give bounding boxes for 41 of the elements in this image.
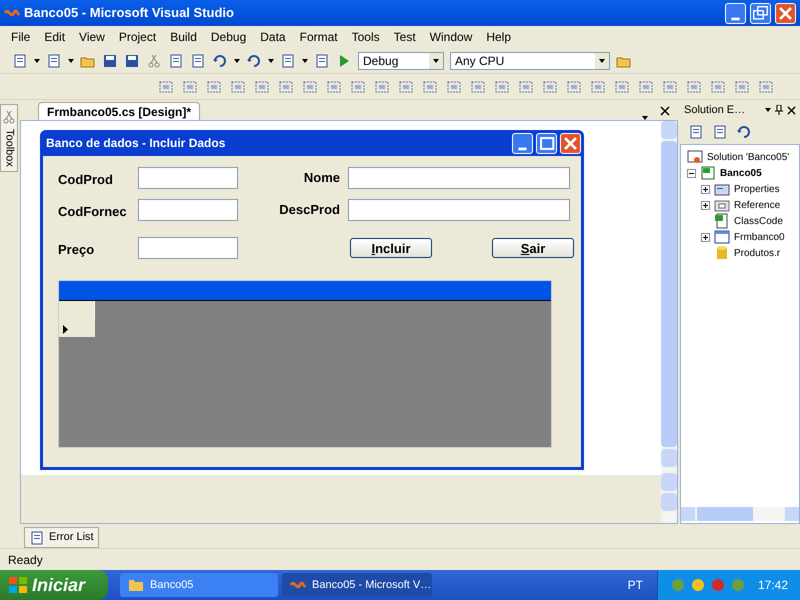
menu-item[interactable]: Format [292,28,345,46]
toolbox-tab[interactable]: Toolbox [0,104,18,172]
window-title: Banco05 - Microsoft Visual Studio [24,4,235,22]
menu-item[interactable]: Build [163,28,204,46]
field-label: Nome [302,169,341,188]
tree-item[interactable]: Banco05 [720,166,762,180]
tree-item[interactable]: Solution 'Banco05' [707,150,790,164]
menu-item[interactable]: Window [422,28,480,46]
dropdown[interactable]: Any CPU [450,52,610,70]
dropdown[interactable]: Debug [358,52,444,70]
tree-item[interactable]: Reference [734,198,780,212]
menu-item[interactable]: Project [112,28,164,46]
document-tab[interactable]: Frmbanco05.cs [Design]* [38,102,200,120]
menu-item[interactable]: Tools [344,28,387,46]
menu-item[interactable]: Help [479,28,518,46]
tree-item[interactable]: Properties [734,182,780,196]
start-button[interactable]: Iniciar [0,570,108,600]
form-button[interactable]: Sair [492,238,574,258]
tree-item[interactable]: Produtos.r [734,246,780,260]
menu-item[interactable]: Debug [204,28,254,46]
field-label: Preço [58,241,96,260]
error-list-tab[interactable]: Error List [24,527,99,548]
clock: 17:42 [758,577,788,594]
field-label: CodFornec [58,203,128,222]
tree-item[interactable]: Frmbanco0 [734,230,785,244]
taskbar-button[interactable]: Banco05 [120,573,278,597]
field-label: CodProd [58,171,114,190]
field-label: DescProd [278,201,341,220]
menu-item[interactable]: Test [386,28,423,46]
tree-item[interactable]: ClassCode [734,214,783,228]
panel-title: Solution E… [684,102,746,118]
taskbar-button[interactable]: Banco05 - Microsoft V… [282,573,432,597]
menu-item[interactable]: View [72,28,112,46]
form-title: Banco de dados - Incluir Dados [46,135,226,152]
language-indicator[interactable]: PT [628,576,643,594]
menu-item[interactable]: File [4,28,38,46]
status-text: Ready [8,552,43,568]
menu-item[interactable]: Edit [37,28,72,46]
form-button[interactable]: Incluir [350,238,432,258]
menu-item[interactable]: Data [253,28,293,46]
form-window[interactable]: Banco de dados - Incluir Dados CodProd Nome CodFornec DescProd Preço Incluir Sair [40,130,584,470]
